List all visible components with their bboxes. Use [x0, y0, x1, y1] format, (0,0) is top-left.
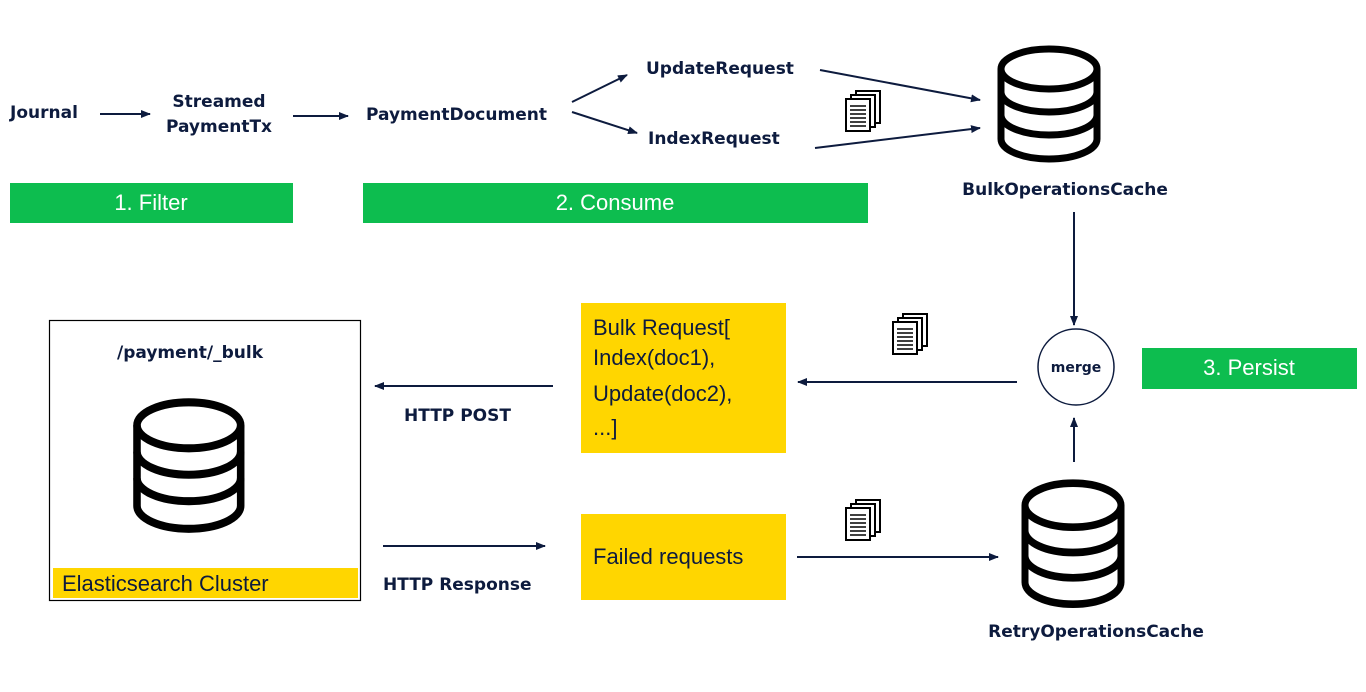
arrow-icon	[819, 69, 981, 103]
index-request-label: IndexRequest	[648, 129, 780, 149]
journal-label: Journal	[9, 103, 78, 123]
cluster-label: Elasticsearch Cluster	[62, 571, 269, 596]
bulk-request-line: Index(doc1),	[593, 345, 715, 370]
bulk-request-line: ...]	[593, 415, 617, 440]
endpoint-label: /payment/_bulk	[117, 343, 264, 363]
stage-filter-label: 1. Filter	[114, 190, 187, 215]
retry-cache-label: RetryOperationsCache	[988, 622, 1204, 642]
failed-requests-label: Failed requests	[593, 544, 743, 569]
documents-icon	[892, 313, 928, 355]
database-icon	[137, 402, 241, 529]
documents-icon	[845, 90, 881, 132]
stage-persist-label: 3. Persist	[1203, 355, 1295, 380]
diagram: Journal Streamed PaymentTx PaymentDocume…	[9, 0, 1357, 642]
bulk-cache-label: BulkOperationsCache	[962, 180, 1168, 200]
arrow-icon	[571, 111, 638, 135]
payment-document-label: PaymentDocument	[366, 105, 547, 125]
update-request-label: UpdateRequest	[646, 59, 794, 79]
streamed-label-1: Streamed	[172, 92, 265, 112]
http-post-label: HTTP POST	[404, 406, 511, 426]
bulk-request-line: Update(doc2),	[593, 381, 732, 406]
database-icon	[1001, 49, 1097, 159]
stage-consume-label: 2. Consume	[556, 190, 675, 215]
streamed-label-2: PaymentTx	[166, 117, 272, 137]
database-icon	[1025, 483, 1121, 604]
documents-icon	[845, 499, 881, 541]
http-response-label: HTTP Response	[383, 575, 532, 595]
bulk-request-line: Bulk Request[	[593, 315, 730, 340]
arrow-icon	[571, 74, 628, 103]
arrow-icon	[814, 125, 981, 149]
merge-label: merge	[1051, 360, 1102, 376]
